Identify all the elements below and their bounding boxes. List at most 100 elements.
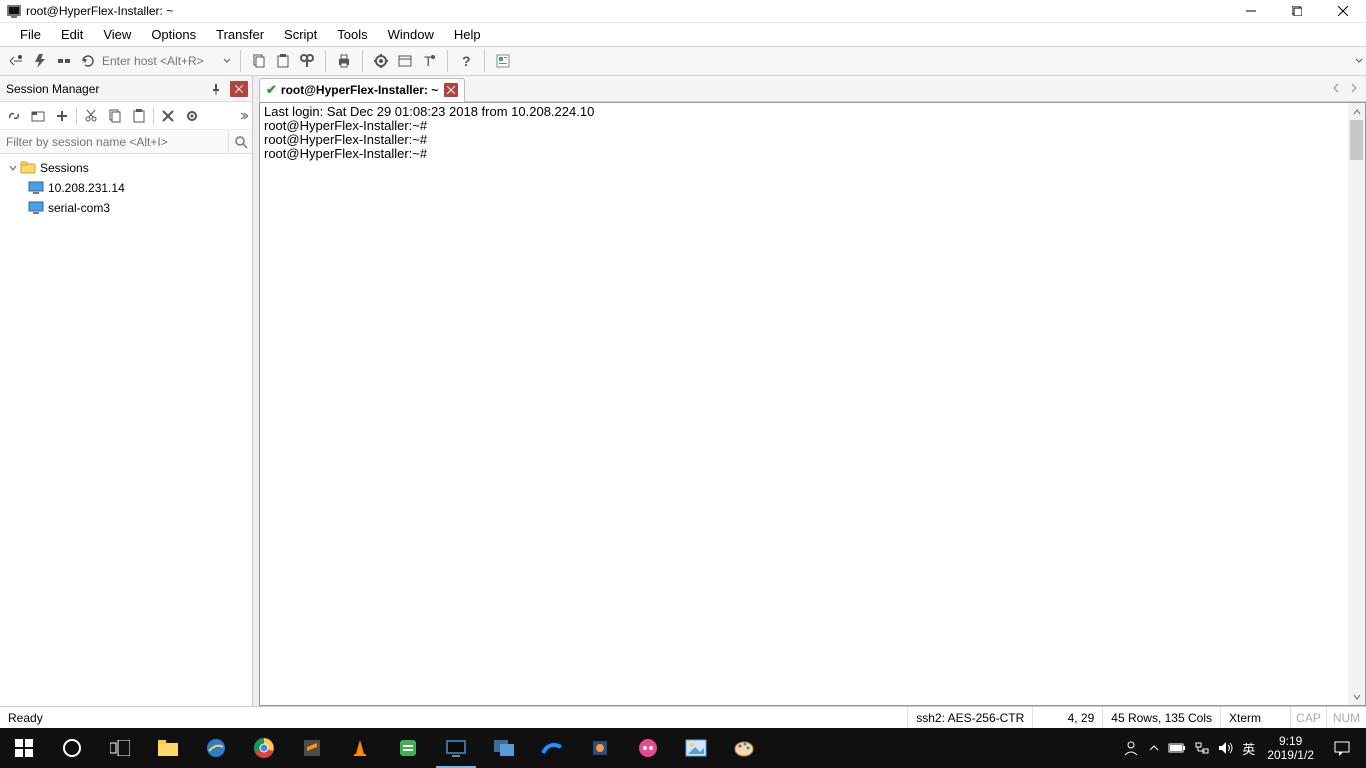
taskbar-sublime[interactable] xyxy=(288,728,336,768)
host-input[interactable] xyxy=(100,50,220,72)
tree-root-label: Sessions xyxy=(40,161,89,175)
taskbar-vlc[interactable] xyxy=(336,728,384,768)
connected-check-icon: ✔ xyxy=(266,82,277,98)
status-ready: Ready xyxy=(0,707,51,728)
tray-date: 2019/1/2 xyxy=(1267,748,1314,762)
task-view-button[interactable] xyxy=(96,728,144,768)
taskbar-photos[interactable] xyxy=(672,728,720,768)
tray-people-icon[interactable] xyxy=(1118,728,1144,768)
app-icon xyxy=(6,3,22,19)
taskbar-vmware[interactable] xyxy=(480,728,528,768)
taskbar-virtualbox[interactable] xyxy=(576,728,624,768)
keyword-icon[interactable]: T xyxy=(417,49,441,73)
tray-battery-icon[interactable] xyxy=(1164,728,1190,768)
maximize-button[interactable] xyxy=(1274,0,1320,23)
status-cap: CAP xyxy=(1290,707,1326,728)
tree-item-label: 10.208.231.14 xyxy=(48,181,125,195)
options-icon[interactable] xyxy=(369,49,393,73)
menu-help[interactable]: Help xyxy=(444,24,491,45)
taskbar-paint[interactable] xyxy=(720,728,768,768)
menu-options[interactable]: Options xyxy=(141,24,206,45)
search-icon[interactable] xyxy=(228,130,252,153)
connect-icon[interactable] xyxy=(4,49,28,73)
menu-edit[interactable]: Edit xyxy=(51,24,93,45)
tree-item-1[interactable]: serial-com3 xyxy=(0,198,252,218)
svg-text:?: ? xyxy=(462,53,471,69)
menu-view[interactable]: View xyxy=(93,24,141,45)
panel-toolbar-overflow[interactable] xyxy=(238,108,250,124)
minimize-button[interactable] xyxy=(1228,0,1274,23)
tray-network-icon[interactable] xyxy=(1190,728,1214,768)
find-icon[interactable] xyxy=(295,49,319,73)
tray-volume-icon[interactable] xyxy=(1214,728,1238,768)
session-manager-panel: Session Manager Sessions xyxy=(0,76,253,706)
session-filter-input[interactable] xyxy=(0,135,228,149)
paste-icon[interactable] xyxy=(271,49,295,73)
terminal-output[interactable]: Last login: Sat Dec 29 01:08:23 2018 fro… xyxy=(260,103,1365,163)
taskbar-app-pink[interactable] xyxy=(624,728,672,768)
toolbar-overflow-right[interactable] xyxy=(1352,47,1366,75)
taskbar-ie[interactable] xyxy=(192,728,240,768)
tab-close-button[interactable] xyxy=(444,83,458,97)
tray-ime[interactable]: 英 xyxy=(1238,728,1259,768)
status-protocol: ssh2: AES-256-CTR xyxy=(907,707,1032,728)
menu-script[interactable]: Script xyxy=(274,24,327,45)
menu-window[interactable]: Window xyxy=(378,24,444,45)
link-icon[interactable] xyxy=(2,104,26,128)
toolbar-overflow-left[interactable] xyxy=(220,47,234,75)
taskbar-securecrt[interactable] xyxy=(432,728,480,768)
tab-prev-button[interactable] xyxy=(1328,80,1344,96)
reconnect-icon[interactable] xyxy=(76,49,100,73)
tray-time: 9:19 xyxy=(1267,734,1314,748)
window-titlebar: root@HyperFlex-Installer: ~ xyxy=(0,0,1366,23)
taskbar-explorer[interactable] xyxy=(144,728,192,768)
caret-down-icon xyxy=(6,163,20,173)
session-toolbar xyxy=(0,102,252,130)
menu-file[interactable]: File xyxy=(10,24,51,45)
tray-clock[interactable]: 9:19 2019/1/2 xyxy=(1259,734,1322,762)
scroll-down-icon[interactable] xyxy=(1348,688,1365,705)
delete-icon[interactable] xyxy=(156,104,180,128)
terminal-line: root@HyperFlex-Installer:~# xyxy=(264,118,427,133)
script-icon[interactable] xyxy=(491,49,515,73)
settings-icon[interactable] xyxy=(180,104,204,128)
pin-icon[interactable] xyxy=(206,79,226,99)
tree-item-0[interactable]: 10.208.231.14 xyxy=(0,178,252,198)
paste-session-icon[interactable] xyxy=(127,104,151,128)
svg-text:T: T xyxy=(424,53,433,69)
status-emulation: Xterm xyxy=(1220,707,1290,728)
copy-session-icon[interactable] xyxy=(103,104,127,128)
scroll-thumb[interactable] xyxy=(1350,120,1363,160)
monitor-icon xyxy=(28,200,44,216)
close-button[interactable] xyxy=(1320,0,1366,23)
help-icon[interactable]: ? xyxy=(454,49,478,73)
tree-root-sessions[interactable]: Sessions xyxy=(0,158,252,178)
tray-up-icon[interactable] xyxy=(1144,728,1164,768)
cortana-button[interactable] xyxy=(48,728,96,768)
taskbar-chrome[interactable] xyxy=(240,728,288,768)
new-session-icon[interactable] xyxy=(50,104,74,128)
print-icon[interactable] xyxy=(332,49,356,73)
tab-title: root@HyperFlex-Installer: ~ xyxy=(281,83,438,97)
quick-connect-icon[interactable] xyxy=(28,49,52,73)
terminal-tab[interactable]: ✔ root@HyperFlex-Installer: ~ xyxy=(259,78,465,102)
terminal-scrollbar[interactable] xyxy=(1348,103,1365,705)
terminal-line: Last login: Sat Dec 29 01:08:23 2018 fro… xyxy=(264,104,594,119)
start-button[interactable] xyxy=(0,728,48,768)
taskbar-app-green[interactable] xyxy=(384,728,432,768)
status-bar: Ready ssh2: AES-256-CTR 4, 29 45 Rows, 1… xyxy=(0,706,1366,728)
cut-icon[interactable] xyxy=(79,104,103,128)
menu-transfer[interactable]: Transfer xyxy=(206,24,274,45)
menu-tools[interactable]: Tools xyxy=(327,24,377,45)
disconnect-icon[interactable] xyxy=(52,49,76,73)
taskbar-wireshark[interactable] xyxy=(528,728,576,768)
session-options-icon[interactable] xyxy=(393,49,417,73)
panel-close-button[interactable] xyxy=(230,81,248,97)
tab-next-button[interactable] xyxy=(1346,80,1362,96)
terminal-area: ✔ root@HyperFlex-Installer: ~ Last login… xyxy=(259,76,1366,706)
scroll-up-icon[interactable] xyxy=(1348,103,1365,120)
new-tab-icon[interactable] xyxy=(26,104,50,128)
copy-icon[interactable] xyxy=(247,49,271,73)
action-center-button[interactable] xyxy=(1322,739,1362,757)
status-cursor: 4, 29 xyxy=(1032,707,1102,728)
